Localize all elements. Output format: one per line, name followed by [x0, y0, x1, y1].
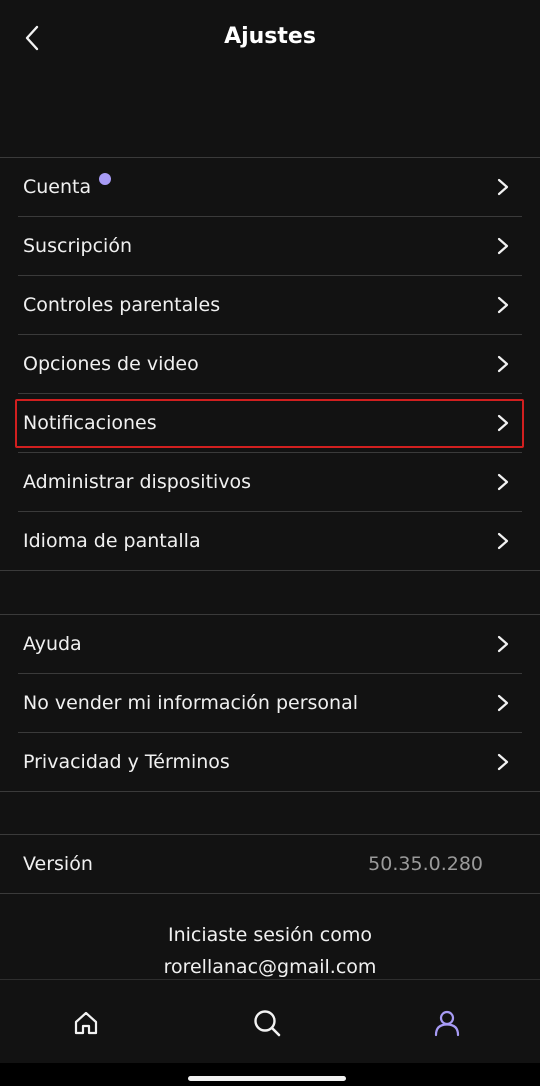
settings-item-label: Cuenta — [23, 176, 92, 198]
settings-item-do-not-sell[interactable]: No vender mi información personal — [18, 674, 522, 733]
home-indicator[interactable] — [188, 1076, 346, 1081]
version-row: Versión 50.35.0.280 — [0, 834, 540, 894]
settings-item-help[interactable]: Ayuda — [18, 615, 522, 674]
settings-group-help: Ayuda No vender mi información personal … — [0, 614, 540, 792]
settings-item-label: Ayuda — [23, 633, 82, 655]
chevron-right-icon — [494, 237, 512, 255]
search-icon — [254, 1010, 281, 1037]
chevron-right-icon — [494, 355, 512, 373]
settings-item-label: Notificaciones — [23, 412, 157, 434]
chevron-right-icon — [494, 694, 512, 712]
settings-group-main: Cuenta Suscripción Controles parentales … — [0, 157, 540, 571]
chevron-right-icon — [494, 635, 512, 653]
top-bar: Ajustes — [0, 0, 540, 80]
chevron-right-icon — [494, 532, 512, 550]
settings-item-label: Idioma de pantalla — [23, 530, 201, 552]
version-value: 50.35.0.280 — [368, 853, 483, 875]
settings-item-privacy-terms[interactable]: Privacidad y Términos — [0, 733, 540, 792]
settings-item-notifications[interactable]: Notificaciones — [18, 394, 522, 453]
system-gesture-bar — [0, 1063, 540, 1086]
settings-item-label: Administrar dispositivos — [23, 471, 252, 493]
settings-item-label: Privacidad y Términos — [23, 751, 230, 773]
signed-in-email: rorellanac@gmail.com — [163, 956, 377, 978]
settings-item-label: Opciones de video — [23, 353, 199, 375]
settings-item-display-language[interactable]: Idioma de pantalla — [0, 512, 540, 571]
notification-dot — [99, 173, 112, 185]
version-label: Versión — [23, 853, 93, 875]
signed-in-label: Iniciaste sesión como — [167, 924, 373, 946]
chevron-right-icon — [494, 178, 512, 196]
home-icon — [74, 1011, 98, 1035]
settings-item-label: Suscripción — [23, 235, 132, 257]
settings-item-manage-devices[interactable]: Administrar dispositivos — [18, 453, 522, 512]
nav-profile-button[interactable] — [430, 1006, 464, 1040]
chevron-right-icon — [494, 414, 512, 432]
settings-item-account[interactable]: Cuenta — [18, 158, 522, 217]
nav-home-button[interactable] — [69, 1006, 103, 1040]
profile-icon — [434, 1010, 460, 1037]
chevron-right-icon — [494, 753, 512, 771]
chevron-right-icon — [494, 296, 512, 314]
settings-item-subscription[interactable]: Suscripción — [18, 217, 522, 276]
settings-item-parental-controls[interactable]: Controles parentales — [18, 276, 522, 335]
settings-item-label: Controles parentales — [23, 294, 221, 316]
page-title: Ajustes — [224, 24, 316, 49]
settings-item-label: No vender mi información personal — [23, 692, 359, 714]
chevron-right-icon — [494, 473, 512, 491]
bottom-nav — [0, 979, 540, 1064]
nav-search-button[interactable] — [250, 1006, 284, 1040]
settings-item-video-options[interactable]: Opciones de video — [18, 335, 522, 394]
